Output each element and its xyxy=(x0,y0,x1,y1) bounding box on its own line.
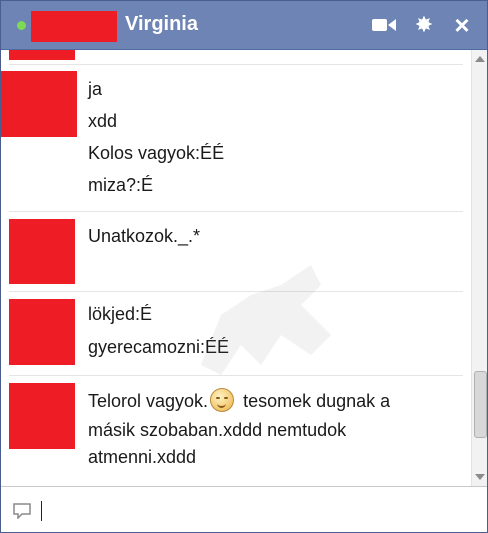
message-input[interactable] xyxy=(45,495,479,527)
message-text: gyerecamozni:ÉÉ xyxy=(88,337,230,357)
gear-icon: ✸ xyxy=(414,12,434,37)
message-text: miza?:É xyxy=(88,175,154,195)
message-separator xyxy=(9,64,463,65)
message-text-part: tesomek dugnak a xyxy=(238,391,391,411)
close-chat-button[interactable]: × xyxy=(449,10,475,40)
avatar xyxy=(9,50,75,60)
message-list[interactable]: ja xdd Kolos vagyok:ÉÉ miza?:É Unatkozok… xyxy=(1,50,471,486)
smiley-icon xyxy=(210,388,235,412)
chat-titlebar[interactable]: Virginia ✸ × xyxy=(1,1,487,50)
redacted-name-block xyxy=(31,11,117,42)
scroll-up-arrow-icon[interactable] xyxy=(475,56,485,62)
message-separator xyxy=(9,291,463,292)
avatar xyxy=(1,71,77,137)
scrollbar-thumb[interactable] xyxy=(474,371,487,438)
message-text: Kolos vagyok:ÉÉ xyxy=(88,143,225,163)
message-text-part: Telorol vagyok. xyxy=(88,391,209,411)
speech-bubble-icon xyxy=(13,503,31,519)
chat-window: Virginia ✸ × ja xdd Kolos vagyok:ÉÉ miza… xyxy=(0,0,488,533)
text-cursor xyxy=(41,501,42,521)
message-separator xyxy=(9,375,463,376)
online-status-indicator xyxy=(17,21,26,30)
message-separator xyxy=(9,211,463,212)
message-text: Unatkozok._.* xyxy=(88,226,201,246)
message-input-area[interactable] xyxy=(1,486,487,532)
settings-button[interactable]: ✸ xyxy=(411,13,437,37)
video-camera-icon xyxy=(372,19,396,31)
message-text: xdd xyxy=(88,111,118,131)
message-text: másik szobaban.xddd nemtudok xyxy=(88,420,347,440)
scroll-down-arrow-icon[interactable] xyxy=(475,474,485,480)
avatar xyxy=(9,299,75,365)
avatar xyxy=(9,383,75,449)
message-text: lökjed:É xyxy=(88,304,153,324)
avatar xyxy=(9,219,75,284)
message-text: ja xyxy=(88,79,103,99)
message-text: atmenni.xddd xyxy=(88,447,197,467)
close-icon: × xyxy=(454,10,470,40)
video-call-button[interactable] xyxy=(371,13,397,37)
contact-name[interactable]: Virginia xyxy=(125,13,198,36)
message-text: Telorol vagyok. tesomek dugnak a xyxy=(88,388,390,412)
scrollbar[interactable] xyxy=(471,50,487,486)
horse-watermark-icon xyxy=(201,265,331,375)
